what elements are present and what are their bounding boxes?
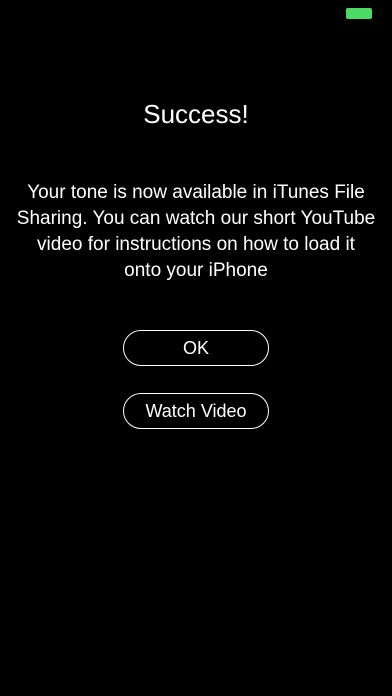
success-message: Your tone is now available in iTunes Fil… <box>16 182 376 281</box>
battery-icon <box>346 8 372 19</box>
status-bar <box>0 0 392 24</box>
watch-video-button[interactable]: Watch Video <box>123 393 269 429</box>
ok-button[interactable]: OK <box>123 330 269 366</box>
page-title: Success! <box>143 99 249 129</box>
